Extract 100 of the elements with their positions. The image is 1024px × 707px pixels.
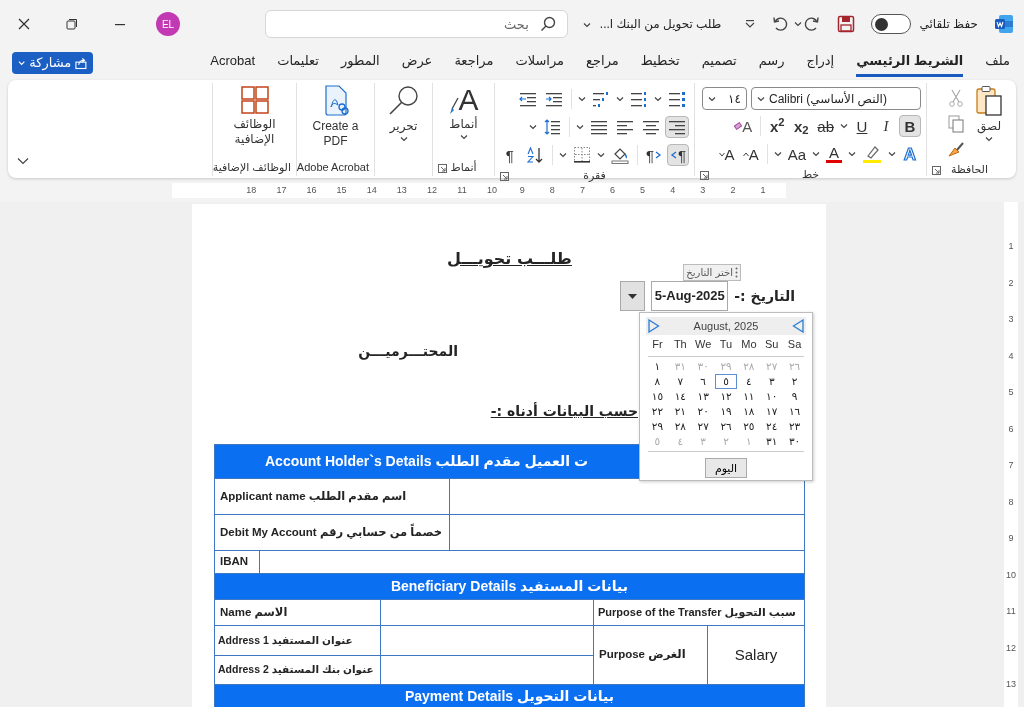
calendar-day[interactable]: ١٦ — [783, 404, 806, 419]
dialog-launcher-icon[interactable] — [932, 165, 941, 175]
ribbon-tab[interactable]: المطور — [341, 49, 380, 77]
calendar-day[interactable]: ٢٢ — [646, 404, 669, 419]
ribbon-tab[interactable]: تصميم — [701, 49, 737, 77]
calendar-day[interactable]: ٢٥ — [737, 419, 761, 434]
create-pdf-button[interactable]: Create a PDF — [302, 83, 369, 159]
shrink-font-button[interactable]: A — [715, 143, 738, 165]
calendar-day[interactable]: ٢١ — [668, 404, 692, 419]
show-marks-button[interactable]: ¶ — [498, 144, 521, 166]
ribbon-tab[interactable]: ملف — [985, 49, 1010, 77]
calendar-day[interactable]: ١٨ — [737, 404, 761, 419]
ribbon-tab[interactable]: Acrobat — [210, 49, 256, 77]
document-title[interactable]: طلب تحويل من البنك ا... — [599, 15, 722, 33]
ruler-number: 4 — [670, 184, 676, 197]
caret-icon[interactable] — [616, 96, 624, 102]
add-ins-button[interactable]: الوظائف الإضافية — [218, 83, 291, 159]
caret-icon[interactable] — [654, 96, 662, 102]
calendar-day[interactable]: ١٩ — [714, 404, 738, 419]
format-subscript-button[interactable]: x$_{2}$ — [790, 115, 813, 137]
ribbon-tab[interactable]: رسم — [758, 49, 785, 77]
calendar-day[interactable]: ٥ — [714, 374, 738, 389]
font-name-dropdown[interactable]: Calibri (النص الأساسي) — [751, 87, 921, 110]
ribbon-tab[interactable]: الشريط الرئيسي — [856, 49, 964, 77]
caret-icon[interactable] — [773, 151, 782, 157]
change-case-button[interactable]: Aa — [784, 143, 809, 165]
font-size-dropdown[interactable]: ١٤ — [702, 87, 747, 110]
editing-button[interactable]: تحرير — [380, 83, 427, 159]
calendar-day[interactable]: ١ — [646, 359, 669, 374]
dialog-launcher-icon[interactable] — [500, 171, 509, 181]
customize-icon[interactable] — [745, 19, 756, 29]
calendar-day[interactable]: ١٢ — [714, 389, 738, 404]
account-avatar[interactable]: EL — [156, 12, 180, 36]
next-month-icon[interactable] — [648, 319, 660, 333]
ribbon-tab[interactable]: تعليمات — [277, 49, 319, 77]
save-icon[interactable] — [837, 15, 856, 33]
calendar-day[interactable]: ٢٤ — [760, 419, 784, 434]
calendar-day[interactable]: ٣ — [760, 374, 784, 389]
format-underline-button[interactable]: U — [851, 115, 873, 137]
right-to-left-button[interactable]: ¶ — [666, 144, 689, 166]
caret-icon[interactable] — [576, 124, 584, 130]
caret-icon[interactable] — [812, 151, 820, 157]
calendar-day[interactable]: ٩ — [783, 389, 806, 404]
caret-icon[interactable] — [558, 152, 567, 158]
left-to-right-button[interactable]: ¶ — [642, 144, 665, 166]
autosave-toggle[interactable] — [871, 14, 912, 34]
ribbon-tab[interactable]: إدراج — [806, 49, 835, 77]
calendar-day[interactable]: ١٠ — [760, 389, 784, 404]
calendar-day[interactable]: ٢٣ — [783, 419, 806, 434]
format-bold-button[interactable]: B — [899, 115, 921, 137]
calendar-day[interactable]: ٢٨ — [668, 419, 692, 434]
caret-icon[interactable] — [848, 151, 856, 157]
caret-icon[interactable] — [794, 21, 803, 27]
caret-icon — [708, 95, 716, 102]
search-icon — [539, 16, 556, 32]
ribbon-tab[interactable]: تخطيط — [640, 49, 680, 77]
grow-font-button[interactable]: A — [739, 143, 762, 165]
calendar-day[interactable]: ١٧ — [760, 404, 784, 419]
caret-icon[interactable] — [596, 152, 605, 158]
redo-icon[interactable] — [803, 15, 822, 33]
clear-formatting-button[interactable]: A — [731, 115, 756, 137]
calendar-day[interactable]: ١٣ — [691, 389, 715, 404]
format-superscript-button[interactable]: x$^{2}$ — [766, 115, 789, 137]
dialog-launcher-icon[interactable] — [700, 170, 709, 180]
date-field[interactable]: 5-Aug-2025 — [651, 281, 729, 311]
previous-month-icon[interactable] — [792, 319, 804, 333]
caret-icon — [985, 136, 993, 142]
calendar-day[interactable]: ٤ — [737, 374, 761, 389]
calendar-day[interactable]: ١٥ — [646, 389, 669, 404]
align-right-button[interactable] — [665, 116, 689, 138]
ribbon-tab[interactable]: مراجعة — [454, 49, 494, 77]
calendar-day[interactable]: ٨ — [646, 374, 669, 389]
share-button[interactable]: مشاركة — [12, 52, 93, 74]
caret-icon[interactable] — [582, 22, 591, 28]
caret-icon[interactable] — [888, 151, 896, 157]
undo-icon[interactable] — [771, 15, 790, 33]
caret-icon[interactable] — [578, 96, 586, 102]
calendar-day[interactable]: ٢٦ — [714, 419, 738, 434]
date-dropdown-button[interactable] — [620, 281, 646, 311]
search-field[interactable]: بحث — [264, 10, 568, 38]
calendar-day[interactable]: ٢ — [783, 374, 806, 389]
ribbon-tab[interactable]: مراسلات — [515, 49, 565, 77]
calendar-day[interactable]: ٦ — [691, 374, 715, 389]
calendar-day[interactable]: ٢٩ — [646, 419, 669, 434]
calendar-day[interactable]: ١٤ — [668, 389, 692, 404]
alignment-icon — [668, 119, 686, 135]
caret-icon[interactable] — [529, 124, 537, 130]
format-strikethrough-button[interactable]: ab — [814, 115, 837, 137]
calendar-day[interactable]: ٧ — [668, 374, 692, 389]
calendar-day[interactable]: ٢٧ — [691, 419, 715, 434]
today-button[interactable]: اليوم — [705, 458, 747, 478]
calendar-day[interactable]: ١١ — [737, 389, 761, 404]
font-color-button[interactable]: A — [823, 143, 845, 165]
ribbon-tab[interactable]: عرض — [401, 49, 433, 77]
format-italic-button[interactable]: I — [875, 115, 897, 137]
caret-icon[interactable] — [840, 123, 848, 129]
paste-button[interactable]: لصق — [971, 83, 1007, 161]
ribbon-tab[interactable]: مراجع — [586, 49, 619, 77]
dialog-launcher-icon[interactable] — [438, 163, 447, 173]
calendar-day[interactable]: ٢٠ — [691, 404, 715, 419]
